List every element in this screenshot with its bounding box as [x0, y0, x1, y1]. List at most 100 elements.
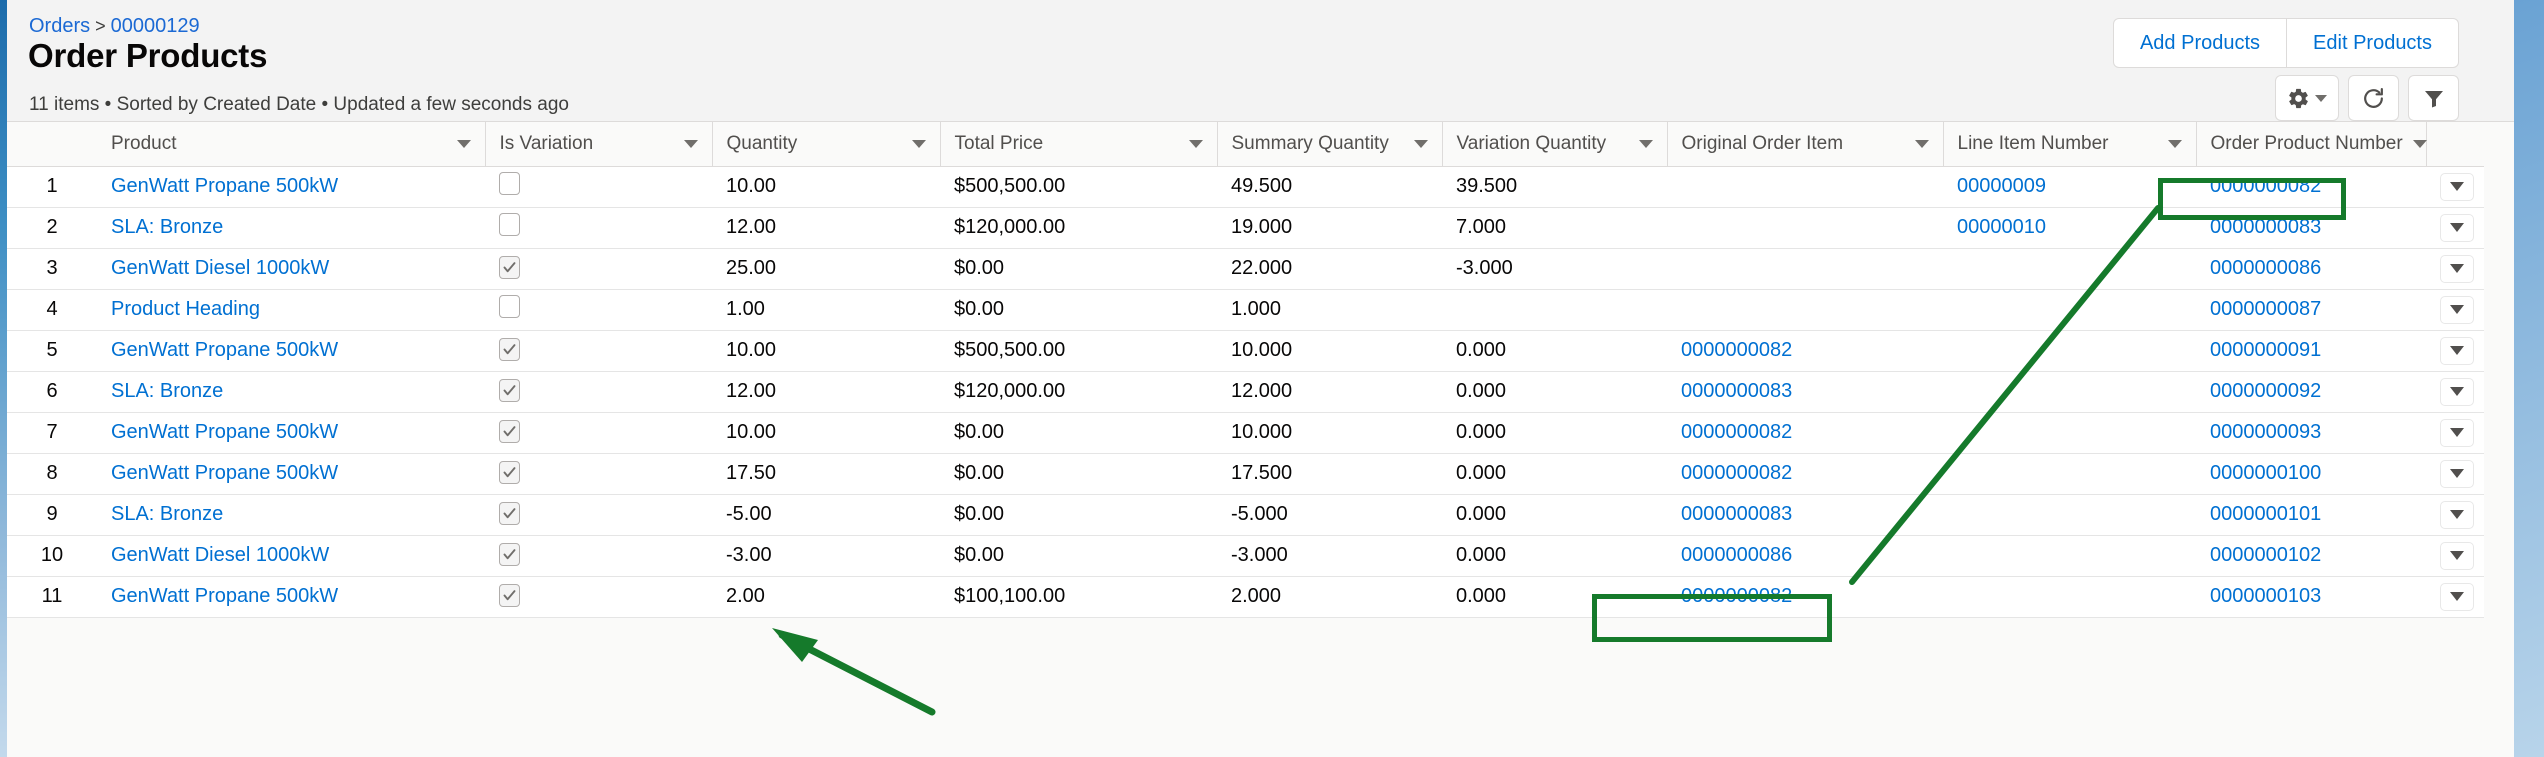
list-settings-button[interactable] — [2275, 75, 2339, 121]
column-label-original-order-item: Original Order Item — [1681, 132, 1844, 154]
row-actions-button[interactable] — [2440, 541, 2474, 570]
table-row[interactable]: 6 SLA: Bronze 12.00 $120,000.00 12.000 0.000 0… — [7, 371, 2484, 413]
row-actions-button[interactable] — [2440, 377, 2474, 406]
row-actions-button[interactable] — [2440, 582, 2474, 611]
line-item-number-link[interactable]: 00000009 — [1957, 175, 2046, 197]
product-link[interactable]: GenWatt Propane 500kW — [111, 421, 338, 443]
row-actions-button[interactable] — [2440, 336, 2474, 365]
chevron-down-icon[interactable] — [1638, 139, 1653, 148]
row-actions-button[interactable] — [2440, 418, 2474, 447]
column-header-summary-quantity[interactable]: Summary Quantity — [1217, 122, 1443, 167]
checkbox-checked-icon[interactable] — [499, 379, 520, 402]
original-order-item-link[interactable]: 0000000082 — [1681, 585, 1792, 607]
order-product-number-link[interactable]: 0000000091 — [2210, 339, 2321, 361]
checkbox-checked-icon[interactable] — [499, 543, 520, 566]
chevron-down-icon[interactable] — [683, 139, 698, 148]
product-link[interactable]: SLA: Bronze — [111, 503, 223, 525]
chevron-down-icon[interactable] — [2167, 139, 2182, 148]
cell-product: GenWatt Propane 500kW — [97, 576, 485, 618]
column-header-quantity[interactable]: Quantity — [712, 122, 941, 167]
table-row[interactable]: 1 GenWatt Propane 500kW 10.00 $500,500.00 49… — [7, 166, 2484, 208]
order-product-number-link[interactable]: 0000000086 — [2210, 257, 2321, 279]
checkbox-unchecked-icon[interactable] — [499, 213, 520, 236]
row-actions-button[interactable] — [2440, 213, 2474, 242]
breadcrumb-orders-link[interactable]: Orders — [29, 15, 90, 37]
column-header-original-order-item[interactable]: Original Order Item — [1667, 122, 1944, 167]
chevron-down-icon[interactable] — [1413, 139, 1428, 148]
original-order-item-link[interactable]: 0000000083 — [1681, 380, 1792, 402]
filter-button[interactable] — [2408, 75, 2459, 121]
row-actions-button[interactable] — [2440, 459, 2474, 488]
product-link[interactable]: SLA: Bronze — [111, 380, 223, 402]
add-products-button[interactable]: Add Products — [2112, 18, 2288, 68]
product-link[interactable]: SLA: Bronze — [111, 216, 223, 238]
row-actions-button[interactable] — [2440, 254, 2474, 283]
row-actions-button[interactable] — [2440, 172, 2474, 201]
original-order-item-link[interactable]: 0000000082 — [1681, 462, 1792, 484]
original-order-item-link[interactable]: 0000000086 — [1681, 544, 1792, 566]
order-product-number-link[interactable]: 0000000092 — [2210, 380, 2321, 402]
table-row[interactable]: 7 GenWatt Propane 500kW 10.00 $0.00 10.000 0.… — [7, 412, 2484, 454]
column-header-product[interactable]: Product — [97, 122, 486, 167]
checkbox-checked-icon[interactable] — [499, 338, 520, 361]
checkbox-checked-icon[interactable] — [499, 502, 520, 525]
order-product-number-link[interactable]: 0000000087 — [2210, 298, 2321, 320]
cell-summary-quantity: 10.000 — [1217, 412, 1442, 454]
table-row[interactable]: 10 GenWatt Diesel 1000kW -3.00 $0.00 -3.000 0… — [7, 535, 2484, 577]
original-order-item-link[interactable]: 0000000082 — [1681, 421, 1792, 443]
product-link[interactable]: GenWatt Diesel 1000kW — [111, 257, 329, 279]
order-product-number-link[interactable]: 0000000101 — [2210, 503, 2321, 525]
column-header-is-variation[interactable]: Is Variation — [485, 122, 713, 167]
product-link[interactable]: GenWatt Diesel 1000kW — [111, 544, 329, 566]
cell-variation-quantity — [1442, 289, 1667, 331]
order-product-number-link[interactable]: 0000000082 — [2210, 175, 2321, 197]
refresh-button[interactable] — [2348, 75, 2399, 121]
chevron-down-icon[interactable] — [1914, 139, 1929, 148]
column-header-line-item-number[interactable]: Line Item Number — [1943, 122, 2197, 167]
order-product-number-link[interactable]: 0000000102 — [2210, 544, 2321, 566]
row-actions-button[interactable] — [2440, 295, 2474, 324]
chevron-down-icon[interactable] — [456, 139, 471, 148]
order-product-number-link[interactable]: 0000000100 — [2210, 462, 2321, 484]
original-order-item-link[interactable]: 0000000083 — [1681, 503, 1792, 525]
column-header-total-price[interactable]: Total Price — [940, 122, 1218, 167]
table-row[interactable]: 8 GenWatt Propane 500kW 17.50 $0.00 17.500 0.… — [7, 453, 2484, 495]
cell-original-order-item: 0000000082 — [1667, 453, 1943, 495]
table-row[interactable]: 11 GenWatt Propane 500kW 2.00 $100,100.00 2.… — [7, 576, 2484, 618]
chevron-down-icon[interactable] — [2412, 139, 2427, 148]
row-actions-button[interactable] — [2440, 500, 2474, 529]
checkbox-unchecked-icon[interactable] — [499, 295, 520, 318]
product-link[interactable]: GenWatt Propane 500kW — [111, 175, 338, 197]
checkbox-checked-icon[interactable] — [499, 420, 520, 443]
column-header-variation-quantity[interactable]: Variation Quantity — [1442, 122, 1668, 167]
cell-row-actions — [2426, 412, 2484, 454]
order-product-number-link[interactable]: 0000000093 — [2210, 421, 2321, 443]
table-row[interactable]: 2 SLA: Bronze 12.00 $120,000.00 19.000 7.000 0… — [7, 207, 2484, 249]
line-item-number-link[interactable]: 00000010 — [1957, 216, 2046, 238]
product-link[interactable]: Product Heading — [111, 298, 260, 320]
breadcrumb-order-number-link[interactable]: 00000129 — [111, 15, 200, 37]
original-order-item-link[interactable]: 0000000082 — [1681, 339, 1792, 361]
checkbox-checked-icon[interactable] — [499, 584, 520, 607]
checkbox-unchecked-icon[interactable] — [499, 172, 520, 195]
product-link[interactable]: GenWatt Propane 500kW — [111, 462, 338, 484]
table-row[interactable]: 4 Product Heading 1.00 $0.00 1.000 0000000087 — [7, 289, 2484, 331]
chevron-down-icon[interactable] — [1188, 139, 1203, 148]
chevron-down-icon[interactable] — [911, 139, 926, 148]
order-product-number-link[interactable]: 0000000103 — [2210, 585, 2321, 607]
table-row[interactable]: 5 GenWatt Propane 500kW 10.00 $500,500.00 10… — [7, 330, 2484, 372]
column-header-order-product-number[interactable]: Order Product Number — [2196, 122, 2427, 167]
table-row[interactable]: 9 SLA: Bronze -5.00 $0.00 -5.000 0.000 0000000… — [7, 494, 2484, 536]
product-link[interactable]: GenWatt Propane 500kW — [111, 339, 338, 361]
order-product-number-link[interactable]: 0000000083 — [2210, 216, 2321, 238]
checkbox-checked-icon[interactable] — [499, 461, 520, 484]
cell-variation-quantity: 0.000 — [1442, 494, 1667, 536]
filter-icon — [2422, 86, 2446, 110]
checkbox-checked-icon[interactable] — [499, 256, 520, 279]
cell-quantity: 17.50 — [712, 453, 940, 495]
cell-summary-quantity: -3.000 — [1217, 535, 1442, 577]
cell-product: GenWatt Propane 500kW — [97, 453, 485, 495]
edit-products-button[interactable]: Edit Products — [2287, 18, 2459, 68]
table-row[interactable]: 3 GenWatt Diesel 1000kW 25.00 $0.00 22.000 -3… — [7, 248, 2484, 290]
product-link[interactable]: GenWatt Propane 500kW — [111, 585, 338, 607]
